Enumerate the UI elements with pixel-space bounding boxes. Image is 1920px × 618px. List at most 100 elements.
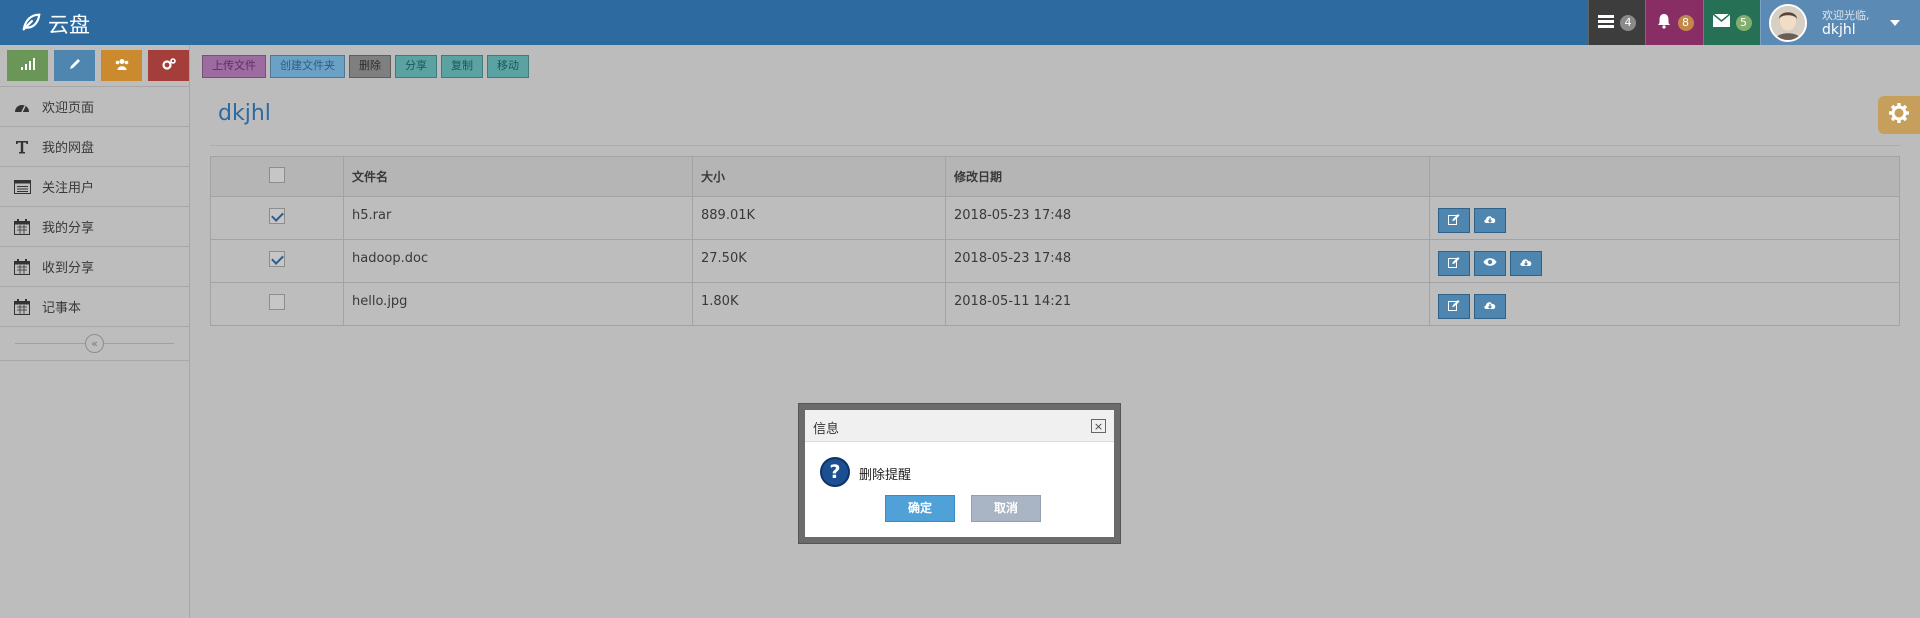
preview-button[interactable]: [1474, 251, 1506, 276]
calendar-icon: [12, 258, 32, 276]
shortcut-pencil-button[interactable]: [54, 50, 95, 81]
user-greeting: 欢迎光临,: [1822, 8, 1870, 22]
move-button[interactable]: 移动: [487, 55, 529, 78]
calendar-icon: [12, 298, 32, 316]
sidebar-item-notebook[interactable]: 记事本: [0, 287, 189, 327]
row-check-cell: [210, 239, 344, 283]
messages-button[interactable]: 5: [1703, 0, 1760, 45]
tasks-icon: [1598, 14, 1614, 32]
file-name[interactable]: hadoop.doc: [343, 239, 693, 283]
row-checkbox[interactable]: [269, 208, 285, 224]
select-all-checkbox[interactable]: [269, 167, 285, 183]
notifications-badge: 8: [1677, 14, 1694, 31]
table-header-row: 文件名 大小 修改日期: [210, 156, 1900, 197]
page-header: dkjhl: [210, 88, 1900, 146]
envelope-icon: [1712, 13, 1730, 31]
shortcut-group-button[interactable]: [101, 50, 142, 81]
top-navbar: 云盘 4 8 5 欢迎光临, dkjhl: [0, 0, 1920, 45]
dialog-message: 删除提醒: [859, 468, 912, 483]
group-icon: [115, 58, 129, 74]
avatar: [1769, 3, 1807, 42]
column-header-actions: [1429, 156, 1900, 197]
sidebar-item-label: 收到分享: [42, 261, 95, 276]
signal-icon: [20, 57, 35, 74]
sidebar-item-label: 我的网盘: [42, 141, 95, 156]
download-button[interactable]: [1474, 208, 1506, 233]
edit-icon: [1448, 213, 1460, 229]
download-button[interactable]: [1510, 251, 1542, 276]
cancel-button[interactable]: 取消: [971, 495, 1041, 522]
dashboard-icon: [12, 98, 32, 116]
sidebar-item-my-shares[interactable]: 我的分享: [0, 207, 189, 247]
calendar-icon: [12, 218, 32, 236]
row-checkbox[interactable]: [269, 294, 285, 310]
dialog-title: 信息: [813, 422, 840, 437]
leaf-icon: [20, 11, 42, 38]
cloud-download-icon: [1483, 213, 1497, 229]
sidebar-item-received-shares[interactable]: 收到分享: [0, 247, 189, 287]
column-header-date[interactable]: 修改日期: [945, 156, 1430, 197]
messages-badge: 5: [1735, 14, 1752, 31]
collapse-sidebar-button[interactable]: «: [85, 334, 104, 353]
user-menu[interactable]: 欢迎光临, dkjhl: [1760, 0, 1920, 45]
column-header-size[interactable]: 大小: [692, 156, 946, 197]
edit-button[interactable]: [1438, 251, 1470, 276]
row-actions: [1429, 239, 1900, 283]
file-name[interactable]: h5.rar: [343, 196, 693, 240]
delete-button[interactable]: 删除: [349, 55, 391, 78]
sidebar-item-followed-users[interactable]: 关注用户: [0, 167, 189, 207]
brand-title: 云盘: [48, 13, 90, 37]
file-size: 27.50K: [692, 239, 946, 283]
confirm-button[interactable]: 确定: [885, 495, 955, 522]
file-name[interactable]: hello.jpg: [343, 282, 693, 326]
close-icon[interactable]: ×: [1091, 419, 1106, 433]
table-row[interactable]: hadoop.doc 27.50K 2018-05-23 17:48: [210, 239, 1900, 283]
text-icon: [12, 138, 32, 156]
edit-button[interactable]: [1438, 208, 1470, 233]
sidebar-item-welcome[interactable]: 欢迎页面: [0, 87, 189, 127]
tasks-button[interactable]: 4: [1588, 0, 1645, 45]
dialog-body: ? 删除提醒 确定 取消: [805, 442, 1114, 537]
brand[interactable]: 云盘: [20, 9, 90, 39]
sidebar-item-label: 欢迎页面: [42, 101, 95, 116]
upload-file-button[interactable]: 上传文件: [202, 55, 266, 78]
shortcut-cogs-button[interactable]: [148, 50, 189, 81]
user-name: dkjhl: [1822, 21, 1856, 38]
column-header-name[interactable]: 文件名: [343, 156, 693, 197]
sidebar-item-label: 我的分享: [42, 221, 95, 236]
edit-icon: [1448, 299, 1460, 315]
cloud-download-icon: [1483, 299, 1497, 315]
file-table: 文件名 大小 修改日期 h5.rar 889.01K 2018-05-23 17…: [210, 156, 1900, 326]
file-date: 2018-05-11 14:21: [945, 282, 1430, 326]
copy-button[interactable]: 复制: [441, 55, 483, 78]
settings-button[interactable]: [1878, 96, 1920, 134]
table-row[interactable]: h5.rar 889.01K 2018-05-23 17:48: [210, 196, 1900, 240]
share-button[interactable]: 分享: [395, 55, 437, 78]
row-actions: [1429, 282, 1900, 326]
sidebar-item-my-disk[interactable]: 我的网盘: [0, 127, 189, 167]
edit-button[interactable]: [1438, 294, 1470, 319]
table-row[interactable]: hello.jpg 1.80K 2018-05-11 14:21: [210, 282, 1900, 326]
select-all-cell: [210, 156, 344, 197]
gear-icon: [1888, 102, 1910, 128]
sidebar-collapse: «: [0, 327, 189, 361]
download-button[interactable]: [1474, 294, 1506, 319]
file-date: 2018-05-23 17:48: [945, 196, 1430, 240]
file-toolbar: 上传文件 创建文件夹 删除 分享 复制 移动: [202, 55, 529, 78]
row-check-cell: [210, 282, 344, 326]
question-icon: ?: [820, 457, 850, 487]
confirm-dialog: 信息 × ? 删除提醒 确定 取消: [799, 404, 1120, 543]
bell-icon: [1656, 13, 1672, 33]
row-checkbox[interactable]: [269, 251, 285, 267]
page-title: dkjhl: [218, 101, 271, 126]
dialog-header[interactable]: 信息 ×: [805, 410, 1114, 442]
file-size: 1.80K: [692, 282, 946, 326]
row-check-cell: [210, 196, 344, 240]
notifications-button[interactable]: 8: [1645, 0, 1703, 45]
file-size: 889.01K: [692, 196, 946, 240]
create-folder-button[interactable]: 创建文件夹: [270, 55, 345, 78]
sidebar-shortcuts: [0, 45, 189, 87]
tasks-badge: 4: [1620, 14, 1636, 31]
shortcut-signal-button[interactable]: [7, 50, 48, 81]
list-icon: [12, 178, 32, 196]
